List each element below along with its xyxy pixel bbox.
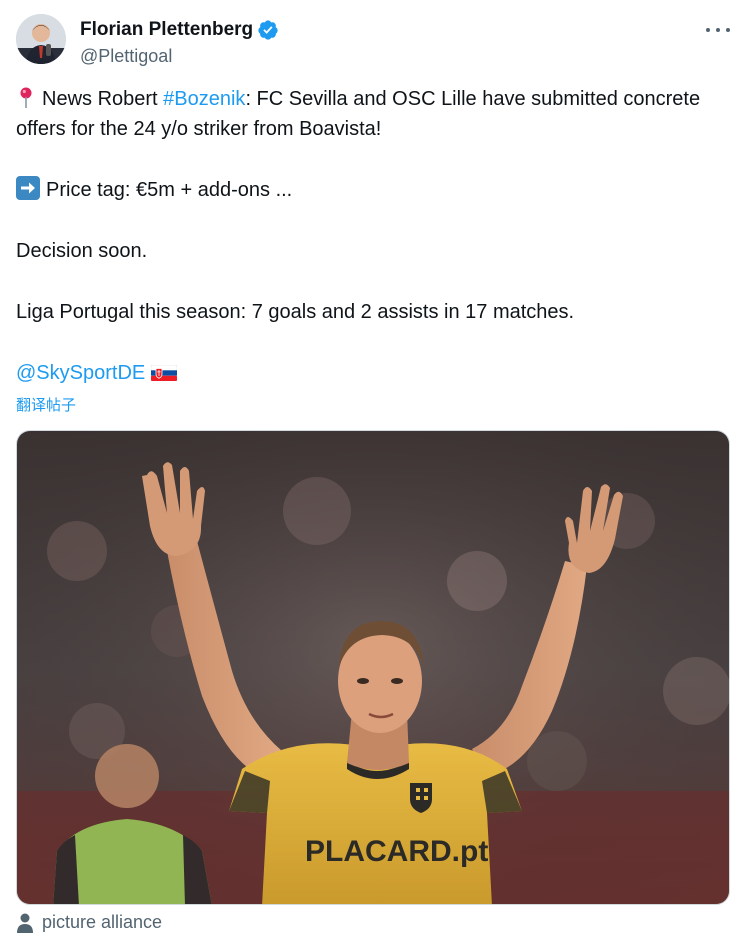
author-handle[interactable]: @Plettigoal [80, 46, 279, 67]
tweet-paragraph-price: Price tag: €5m + add-ons ... [16, 175, 731, 205]
news-prefix: News Robert [42, 88, 164, 110]
photo-credit: picture alliance [16, 912, 162, 933]
author-name[interactable]: Florian Plettenberg [80, 19, 253, 41]
pin-icon [20, 87, 32, 108]
right-arrow-icon [16, 176, 40, 200]
hashtag-link[interactable]: #Bozenik [163, 88, 245, 110]
tweet-card: Florian Plettenberg @Plettigoal News Rob… [0, 0, 750, 938]
photo-credit-text: picture alliance [42, 912, 163, 932]
translate-post-link[interactable]: 翻译帖子 [16, 394, 76, 415]
media-photo[interactable]: PLACARD.pt [16, 430, 730, 905]
avatar[interactable] [16, 14, 66, 64]
tweet-text: News Robert #Bozenik: FC Sevilla and OSC… [16, 84, 731, 388]
decision-text: Decision soon. [16, 240, 148, 262]
price-text: Price tag: €5m + add-ons ... [46, 179, 293, 201]
tweet-paragraph-mention: @SkySportDE [16, 358, 731, 388]
author-info: Florian Plettenberg @Plettigoal [80, 18, 279, 67]
person-icon [17, 913, 33, 933]
verified-badge-icon [258, 20, 278, 40]
jersey-sponsor: PLACARD.pt [305, 835, 488, 868]
tweet-paragraph-news: News Robert #Bozenik: FC Sevilla and OSC… [16, 84, 731, 144]
stats-text: Liga Portugal this season: 7 goals and 2… [16, 301, 575, 323]
slovakia-flag-icon [151, 365, 178, 381]
more-options-icon[interactable] [706, 20, 730, 40]
mention-link[interactable]: @SkySportDE [16, 362, 145, 384]
